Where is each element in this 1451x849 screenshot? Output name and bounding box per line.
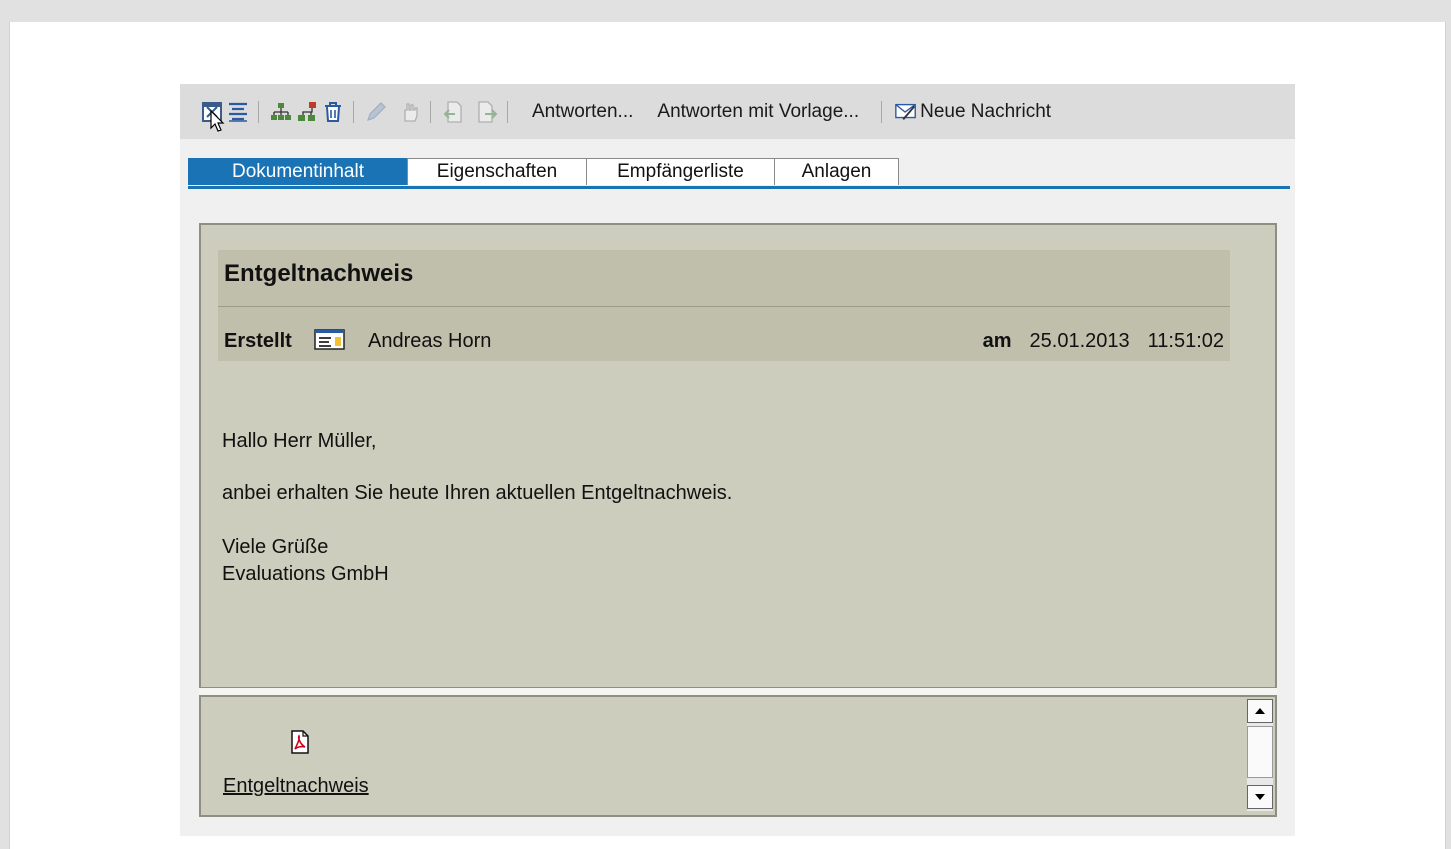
- new-message-icon[interactable]: [894, 100, 918, 124]
- tab-document-content[interactable]: Dokumentinhalt: [188, 158, 408, 185]
- pdf-icon[interactable]: [288, 729, 312, 760]
- created-label: Erstellt: [224, 330, 292, 352]
- document-header: Entgeltnachweis Erstellt Andreas Horn am…: [218, 250, 1230, 361]
- reply-button[interactable]: Antworten...: [526, 101, 639, 123]
- sender: Evaluations GmbH: [222, 563, 389, 585]
- author-name: Andreas Horn: [368, 330, 492, 352]
- greeting: Hallo Herr Müller,: [222, 430, 377, 452]
- close-icon[interactable]: [200, 100, 225, 132]
- toolbar-separator: [507, 100, 508, 123]
- scroll-thumb[interactable]: [1247, 726, 1273, 778]
- document-content: Entgeltnachweis Erstellt Andreas Horn am…: [199, 223, 1277, 689]
- toolbar-separator: [430, 100, 431, 123]
- tab-attachments[interactable]: Anlagen: [774, 158, 899, 185]
- triangle-down-icon: [1255, 794, 1265, 800]
- created-timestamp: am 25.01.2013 11:51:02: [983, 330, 1224, 353]
- message-body: Hallo Herr Müller, anbei erhalten Sie he…: [222, 428, 732, 588]
- tab-bar: Dokumentinhalt Eigenschaften Empfängerli…: [188, 158, 1290, 189]
- created-date: 25.01.2013: [1029, 330, 1130, 352]
- prev-doc-icon[interactable]: [441, 100, 465, 124]
- hand-icon[interactable]: [398, 100, 422, 124]
- tree-icon[interactable]: [269, 100, 293, 124]
- closing: Viele Grüße: [222, 536, 329, 558]
- pencil-icon[interactable]: [364, 100, 388, 124]
- attachment-link[interactable]: Entgeltnachweis: [223, 775, 369, 798]
- next-doc-icon[interactable]: [475, 100, 499, 124]
- attachment-pane: Entgeltnachweis: [199, 695, 1277, 817]
- created-row: Erstellt Andreas Horn am 25.01.2013 11:51:…: [224, 328, 1224, 358]
- date-label: am: [982, 330, 1012, 352]
- page: Antworten... Antworten mit Vorlage... Ne…: [9, 22, 1446, 849]
- message-viewer: Antworten... Antworten mit Vorlage... Ne…: [180, 84, 1295, 836]
- org-icon[interactable]: [295, 100, 319, 124]
- reply-with-template-button[interactable]: Antworten mit Vorlage...: [651, 101, 865, 123]
- tab-recipient-list[interactable]: Empfängerliste: [586, 158, 775, 185]
- toolbar-separator: [258, 100, 259, 123]
- toolbar-separator: [881, 100, 883, 123]
- created-time: 11:51:02: [1147, 330, 1224, 352]
- business-card-icon[interactable]: [314, 328, 346, 358]
- document-title: Entgeltnachweis: [224, 260, 414, 287]
- trash-icon[interactable]: [321, 100, 345, 124]
- new-message-button[interactable]: Neue Nachricht: [918, 101, 1057, 123]
- scroll-down-button[interactable]: [1247, 785, 1273, 809]
- message-text: anbei erhalten Sie heute Ihren aktuellen…: [222, 482, 733, 504]
- toolbar-separator: [353, 100, 354, 123]
- triangle-up-icon: [1255, 708, 1265, 714]
- list-icon[interactable]: [226, 100, 250, 124]
- vertical-scrollbar[interactable]: [1247, 699, 1273, 811]
- header-divider: [218, 306, 1230, 307]
- toolbar: Antworten... Antworten mit Vorlage... Ne…: [180, 84, 1295, 139]
- scroll-up-button[interactable]: [1247, 699, 1273, 723]
- tab-properties[interactable]: Eigenschaften: [407, 158, 587, 185]
